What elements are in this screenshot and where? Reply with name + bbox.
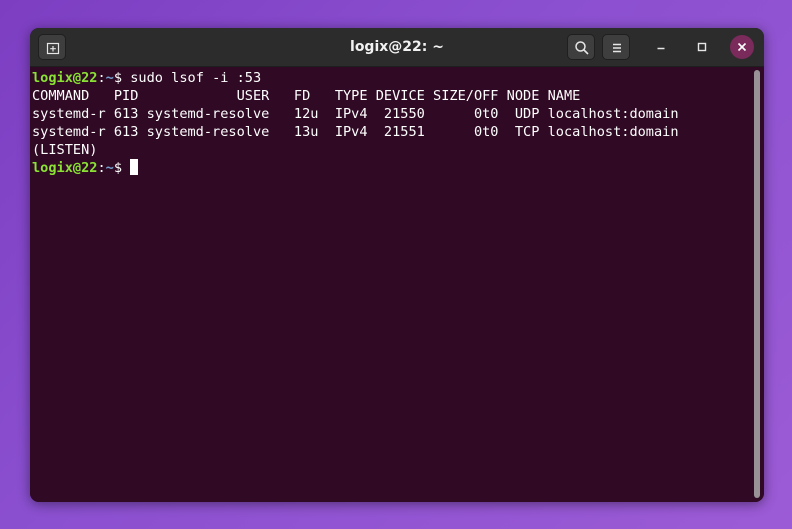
lsof-wrapped-line: (LISTEN): [32, 142, 98, 158]
hamburger-menu-icon: [613, 43, 621, 53]
header-bar[interactable]: logix@22: ~: [30, 28, 764, 67]
terminal-output[interactable]: logix@22:~$ sudo lsof -i :53 COMMAND PID…: [30, 67, 764, 502]
prompt-user: logix@22: [32, 160, 98, 176]
prompt-separator: :: [97, 70, 106, 86]
prompt-symbol: $: [113, 160, 131, 176]
search-button[interactable]: [567, 34, 595, 60]
command-prompt-line: logix@22:~$ sudo lsof -i :53: [32, 69, 261, 87]
prompt-separator: :: [97, 160, 106, 176]
maximize-button[interactable]: [690, 35, 714, 59]
prompt-symbol: $: [113, 70, 123, 86]
prompt-path: ~: [105, 70, 114, 86]
lsof-header-line: COMMAND PID USER FD TYPE DEVICE SIZE/OFF…: [32, 88, 581, 104]
close-icon: [737, 42, 747, 52]
lsof-output-row: systemd-r 613 systemd-resolve 13u IPv4 2…: [32, 124, 679, 140]
menu-button[interactable]: [602, 34, 630, 60]
search-icon: [575, 41, 589, 55]
lsof-output-row: systemd-r 613 systemd-resolve 12u IPv4 2…: [32, 106, 679, 122]
prompt-user: logix@22: [32, 70, 98, 86]
current-prompt-line: logix@22:~$: [32, 159, 139, 177]
close-button[interactable]: [730, 35, 754, 59]
command-text: sudo lsof -i :53: [122, 70, 262, 86]
vertical-scrollbar[interactable]: [754, 70, 760, 498]
terminal-window: logix@22: ~ logix@22:~$ sudo lsof -i:53…: [30, 28, 764, 502]
text-cursor: [130, 159, 139, 175]
minimize-button[interactable]: [649, 35, 673, 59]
maximize-icon: [697, 42, 707, 52]
minimize-icon: [657, 47, 665, 50]
prompt-path: ~: [105, 160, 114, 176]
